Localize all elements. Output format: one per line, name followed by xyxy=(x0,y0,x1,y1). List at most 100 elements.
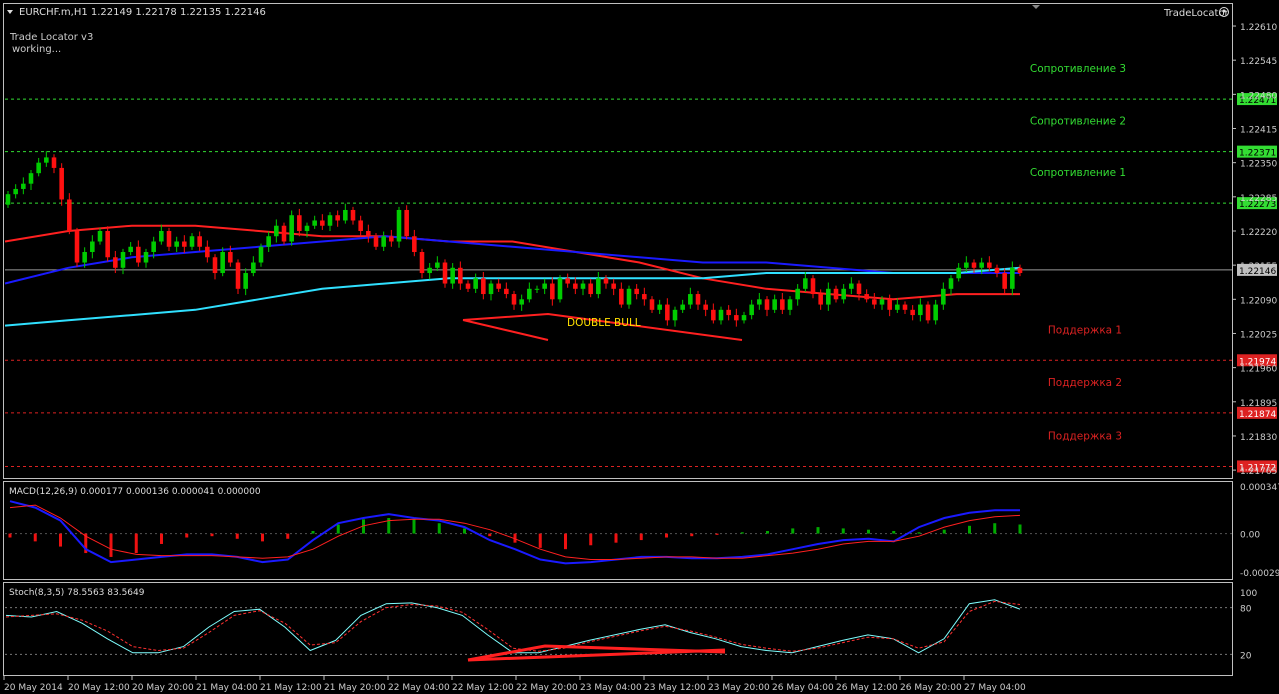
trading-chart[interactable]: Сопротивление 31.22471Сопротивление 21.2… xyxy=(0,0,1279,694)
candle-body xyxy=(933,304,938,321)
candle-body xyxy=(534,288,540,290)
candle-body xyxy=(205,246,210,258)
candle-body xyxy=(688,294,693,305)
y-tick-label: 1.22545 xyxy=(1240,57,1277,67)
candle-body xyxy=(734,315,739,321)
candle-body xyxy=(21,183,26,189)
candle-body xyxy=(389,236,394,242)
candle-body xyxy=(13,188,18,195)
candle-body xyxy=(266,236,271,247)
level-label: Поддержка 1 xyxy=(1048,324,1122,336)
candle-body xyxy=(212,257,218,274)
candle-body xyxy=(519,299,524,305)
level-label: Сопротивление 3 xyxy=(1030,63,1126,75)
candle-body xyxy=(97,230,103,242)
candle-body xyxy=(772,299,777,310)
x-tick-label: 27 May 04:00 xyxy=(964,683,1026,693)
candle-body xyxy=(879,299,885,305)
x-tick-label: 26 May 20:00 xyxy=(900,683,962,693)
candle-body xyxy=(36,162,41,174)
candle-body xyxy=(412,236,417,253)
candle-body xyxy=(588,283,593,295)
level-label: Сопротивление 1 xyxy=(1030,167,1126,179)
x-tick-label: 20 May 20:00 xyxy=(132,683,194,693)
candle-body xyxy=(435,262,440,268)
x-tick-label: 23 May 20:00 xyxy=(708,683,770,693)
candle-body xyxy=(795,288,800,300)
x-tick-label: 22 May 04:00 xyxy=(388,683,450,693)
candle-body xyxy=(151,241,156,253)
candle-body xyxy=(626,288,632,305)
candle-body xyxy=(358,220,363,231)
level-label: Сопротивление 2 xyxy=(1030,116,1126,128)
x-tick-label: 23 May 04:00 xyxy=(580,683,642,693)
candle-body xyxy=(810,278,816,295)
candle-body xyxy=(335,215,340,221)
candle-body xyxy=(504,288,509,295)
candle-body xyxy=(189,236,195,247)
candle-body xyxy=(258,246,264,263)
indicator-name: Trade Locator v3 xyxy=(9,32,93,43)
candle-body xyxy=(113,257,118,268)
candle-body xyxy=(235,262,241,289)
candle-body xyxy=(243,273,248,289)
x-tick-label: 26 May 12:00 xyxy=(836,683,898,693)
candle-body xyxy=(787,299,793,310)
candle-body xyxy=(856,283,862,295)
candle-body xyxy=(197,236,202,247)
candle-body xyxy=(74,230,80,263)
candle-body xyxy=(182,241,187,247)
candle-body xyxy=(941,288,946,305)
candle-body xyxy=(557,278,563,300)
candle-body xyxy=(849,283,854,289)
pattern-label: DOUBLE BULL xyxy=(567,317,641,329)
x-tick-label: 21 May 12:00 xyxy=(260,683,322,693)
candle-body xyxy=(174,241,179,247)
indicator-status: working... xyxy=(12,44,61,55)
candle-body xyxy=(1002,273,1007,289)
candle-body xyxy=(665,304,670,321)
candle-body xyxy=(381,236,386,247)
candle-body xyxy=(948,278,954,289)
level-label: Поддержка 3 xyxy=(1048,430,1122,442)
candle-body xyxy=(120,252,126,268)
y-tick-label: 1.22480 xyxy=(1240,91,1277,101)
candle-body xyxy=(350,209,356,221)
candle-body xyxy=(956,267,961,279)
candle-body xyxy=(496,283,501,289)
level-label: Поддержка 2 xyxy=(1048,377,1122,389)
candle-body xyxy=(327,215,333,226)
candle-body xyxy=(404,209,409,237)
candle-body xyxy=(51,157,57,168)
candle-body xyxy=(366,230,371,237)
macd-y-tick-label: -0.00029 xyxy=(1240,569,1279,579)
candle-body xyxy=(603,278,609,284)
candle-body xyxy=(143,252,149,263)
candle-body xyxy=(82,252,87,263)
candle-body xyxy=(281,225,287,242)
y-tick-label: 1.22415 xyxy=(1240,126,1277,136)
macd-y-tick-label: 0.00 xyxy=(1240,531,1260,541)
candle-body xyxy=(128,246,133,253)
candle-body xyxy=(488,283,494,295)
x-tick-label: 21 May 20:00 xyxy=(324,683,386,693)
candle-body xyxy=(166,230,172,247)
macd-title: MACD(12,26,9) 0.000177 0.000136 0.000041… xyxy=(9,487,261,497)
level-price-label: 1.21874 xyxy=(1239,410,1276,420)
candle-body xyxy=(511,294,517,305)
candle-body xyxy=(994,267,1000,274)
x-tick-label: 22 May 12:00 xyxy=(452,683,514,693)
candle-body xyxy=(971,262,977,268)
candle-body xyxy=(105,230,110,258)
candle-body xyxy=(297,215,302,231)
x-tick-label: 22 May 20:00 xyxy=(516,683,578,693)
candle-body xyxy=(59,167,64,200)
candle-body xyxy=(726,309,731,316)
candle-body xyxy=(964,262,969,268)
candle-body xyxy=(90,241,95,253)
candle-body xyxy=(251,262,256,274)
candle-body xyxy=(818,294,823,305)
stoch-y-tick-label: 100 xyxy=(1240,589,1257,599)
stoch-y-tick-label: 20 xyxy=(1240,651,1252,661)
candle-body xyxy=(780,299,785,310)
